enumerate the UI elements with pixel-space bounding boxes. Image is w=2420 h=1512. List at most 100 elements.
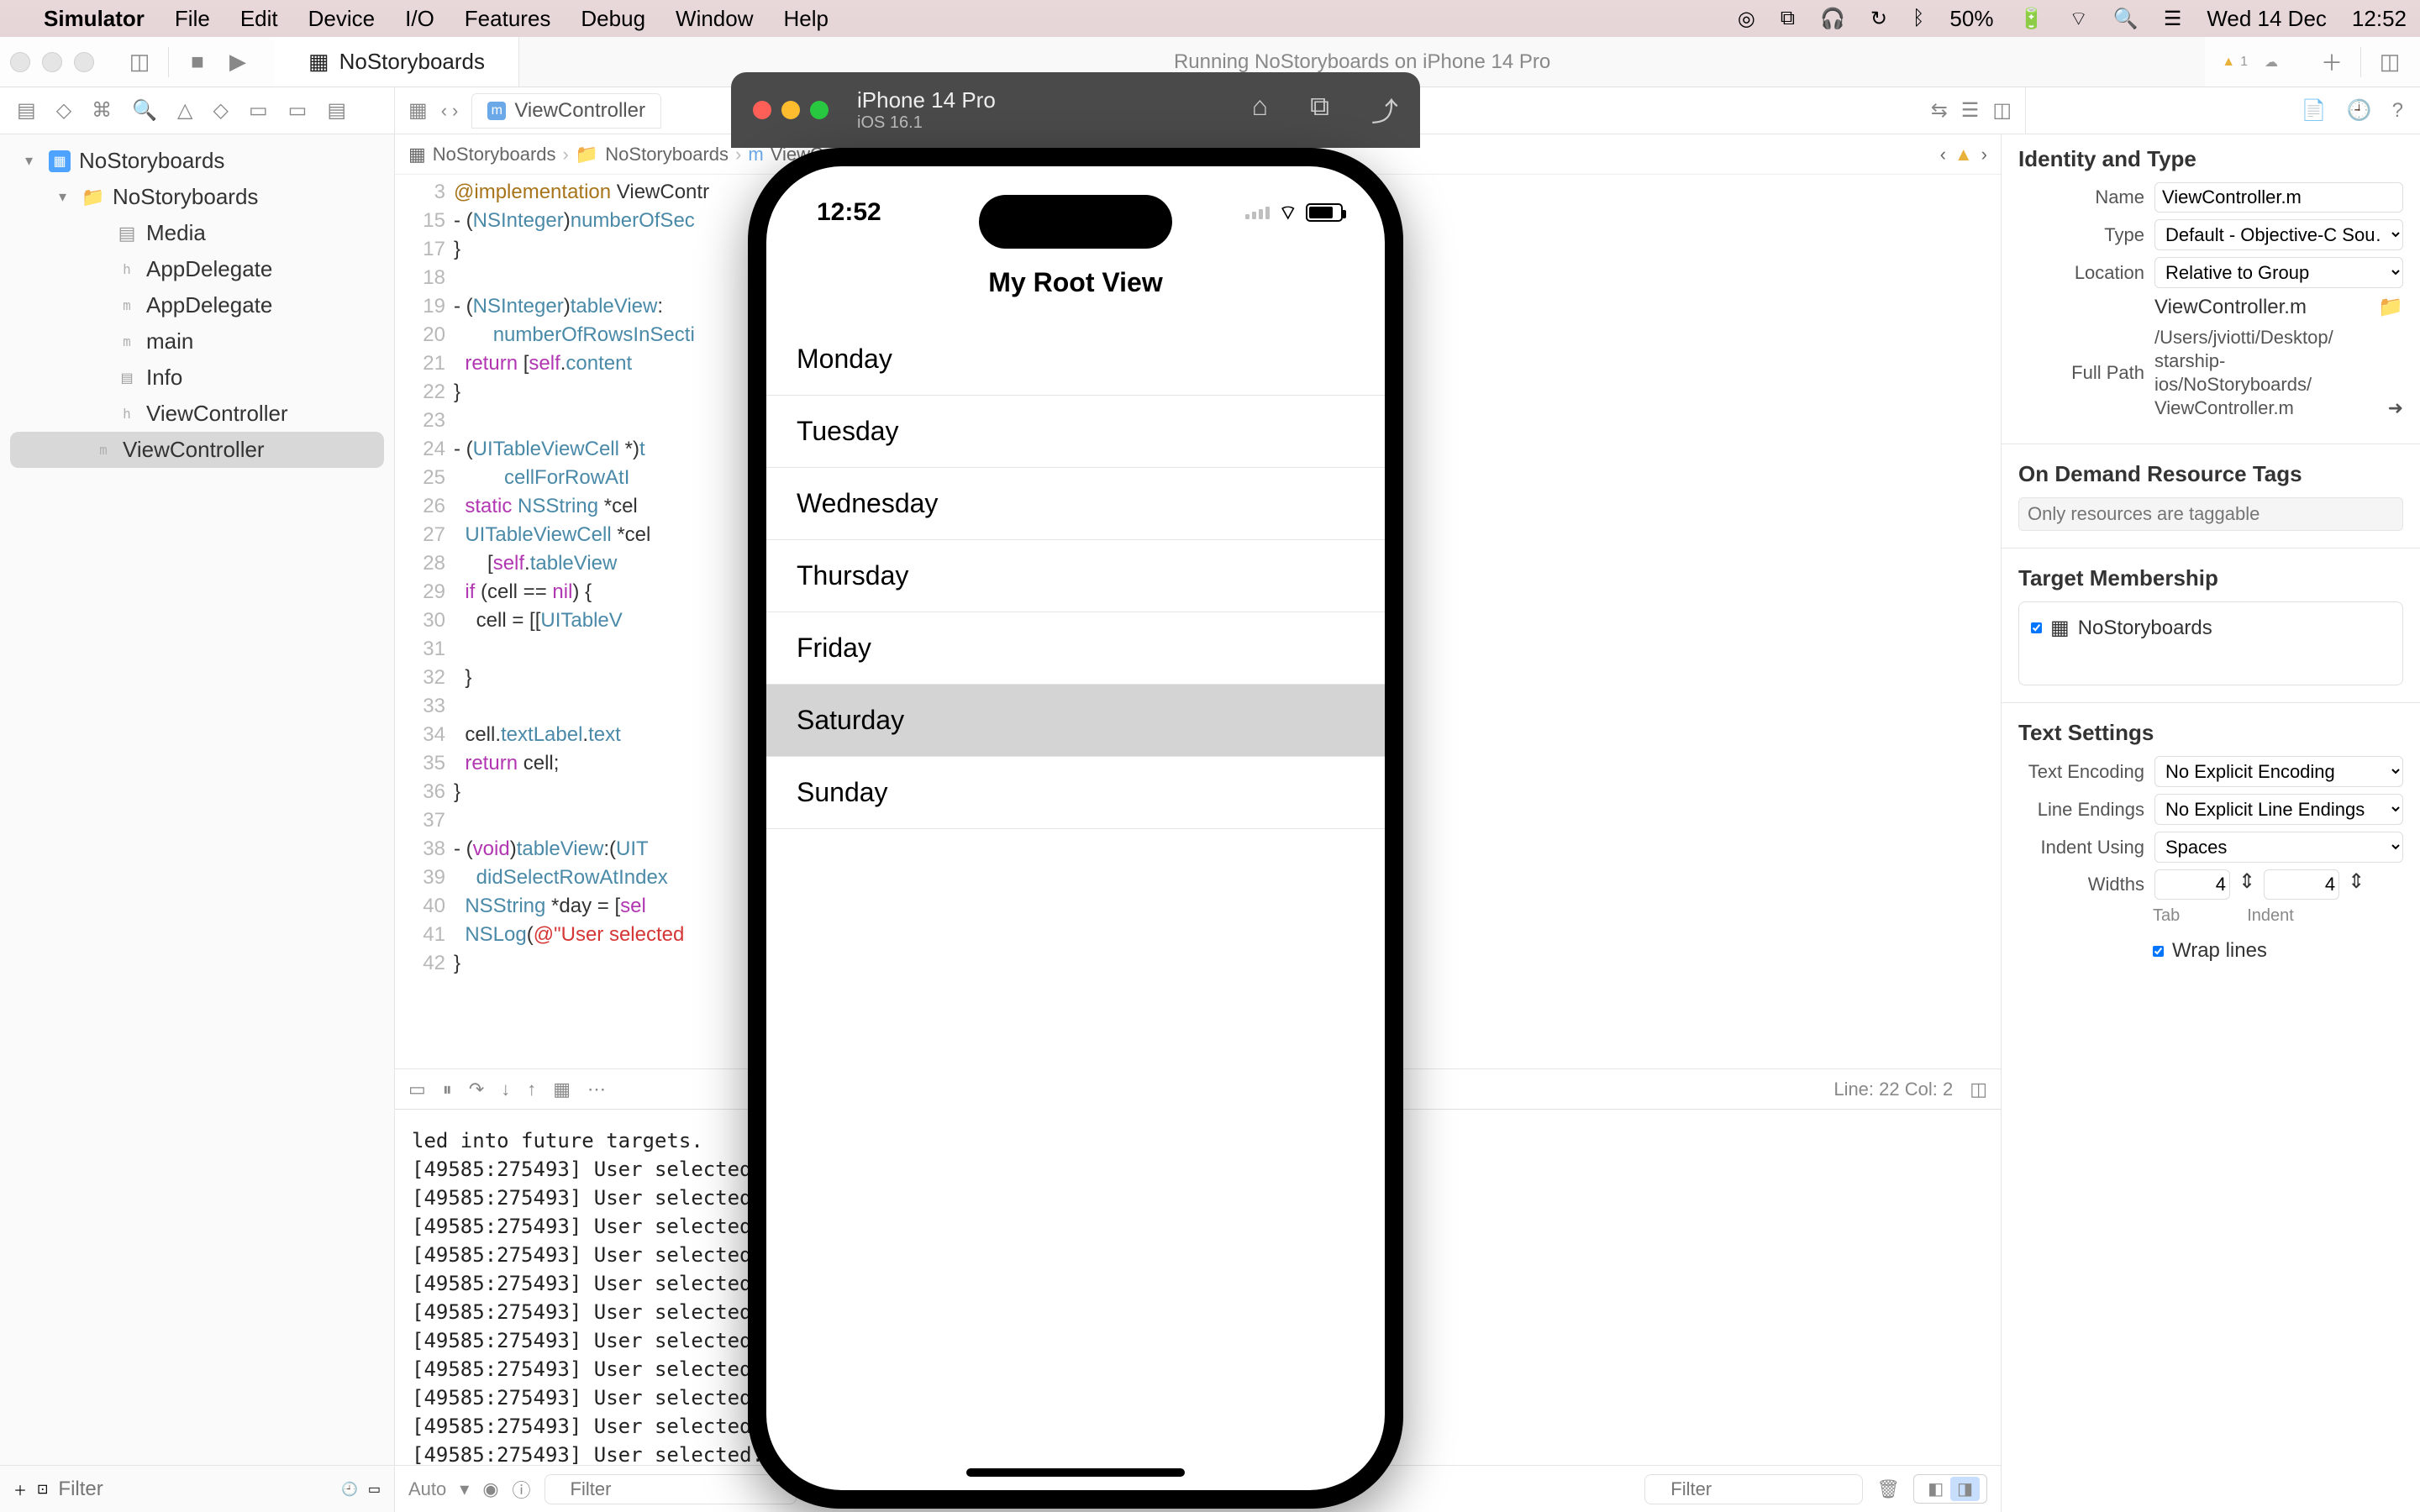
editor-file-tab[interactable]: m ViewController bbox=[471, 93, 661, 129]
nav-tests-icon[interactable]: ◇ bbox=[213, 98, 229, 123]
control-center-icon[interactable]: ☰ bbox=[2164, 7, 2182, 31]
tree-item-viewcontroller-h[interactable]: h ViewController bbox=[0, 396, 394, 432]
debug-viewhierarchy-icon[interactable]: ▦ bbox=[553, 1079, 571, 1100]
minimap-toggle-icon[interactable]: ◫ bbox=[1970, 1079, 1987, 1100]
jump-next-icon[interactable]: › bbox=[1981, 144, 1987, 165]
tree-item-info[interactable]: ▤ Info bbox=[0, 360, 394, 396]
bluetooth-icon[interactable]: ᛒ bbox=[1912, 7, 1924, 30]
tree-item-media[interactable]: ▤ Media bbox=[0, 215, 394, 251]
console-pane-toggle[interactable]: ◧◨ bbox=[1913, 1474, 1987, 1504]
refresh-icon[interactable]: ⇆ bbox=[1931, 98, 1948, 123]
home-indicator[interactable] bbox=[966, 1468, 1185, 1477]
indent-width-field[interactable] bbox=[2264, 869, 2339, 900]
stop-button[interactable]: ■ bbox=[181, 45, 214, 79]
debug-pause-icon[interactable]: ⏸ bbox=[443, 1079, 452, 1100]
library-button[interactable]: ◫ bbox=[2373, 45, 2407, 79]
choose-location-icon[interactable]: 📁 bbox=[2378, 295, 2403, 319]
simulator-screenshot-button[interactable]: ⧉ bbox=[1310, 91, 1329, 129]
tab-width-field[interactable] bbox=[2154, 869, 2230, 900]
breadcrumb-item[interactable]: NoStoryboards bbox=[605, 144, 729, 165]
table-row[interactable]: Saturday bbox=[766, 685, 1385, 757]
table-row[interactable]: Tuesday bbox=[766, 396, 1385, 468]
encoding-select[interactable]: No Explicit Encoding bbox=[2154, 756, 2403, 787]
table-view[interactable]: MondayTuesdayWednesdayThursdayFridaySatu… bbox=[766, 323, 1385, 829]
console-eye-icon[interactable]: ◉ bbox=[482, 1478, 498, 1500]
console-auto-selector[interactable]: Auto bbox=[408, 1478, 446, 1500]
jump-warn-icon[interactable]: ▲ bbox=[1954, 144, 1973, 165]
console-output-filter[interactable] bbox=[1644, 1474, 1863, 1504]
menu-edit[interactable]: Edit bbox=[240, 6, 278, 32]
go-forward-button[interactable]: › bbox=[452, 100, 458, 122]
line-endings-select[interactable]: No Explicit Line Endings bbox=[2154, 794, 2403, 825]
tree-item-main[interactable]: m main bbox=[0, 323, 394, 360]
breadcrumb-item[interactable]: NoStoryboards bbox=[433, 144, 556, 165]
menubar-time[interactable]: 12:52 bbox=[2352, 6, 2407, 32]
location-select[interactable]: Relative to Group bbox=[2154, 257, 2403, 288]
table-row[interactable]: Sunday bbox=[766, 757, 1385, 829]
name-field[interactable] bbox=[2154, 182, 2403, 213]
breakpoint-toggle-icon[interactable]: ▭ bbox=[408, 1079, 426, 1100]
simulator-traffic-lights[interactable] bbox=[753, 101, 829, 119]
debug-stepin-icon[interactable]: ↓ bbox=[501, 1079, 510, 1100]
debug-more-icon[interactable]: ⋯ bbox=[587, 1079, 606, 1100]
sync-icon[interactable]: ↻ bbox=[1870, 7, 1887, 31]
spotlight-icon[interactable]: 🔍 bbox=[2113, 7, 2139, 31]
toggle-sidebar-button[interactable]: ◫ bbox=[123, 45, 156, 79]
table-row[interactable]: Thursday bbox=[766, 540, 1385, 612]
tree-item-appdelegate-h[interactable]: h AppDelegate bbox=[0, 251, 394, 287]
console-info-icon[interactable]: ⓘ bbox=[513, 1476, 531, 1503]
nav-debug-icon[interactable]: ▭ bbox=[249, 98, 268, 123]
run-button[interactable]: ▶ bbox=[221, 45, 255, 79]
menu-help[interactable]: Help bbox=[784, 6, 829, 32]
recent-filter-button[interactable]: 🕘 bbox=[341, 1481, 358, 1498]
window-traffic-lights[interactable] bbox=[10, 52, 94, 72]
debug-stepout-icon[interactable]: ↑ bbox=[527, 1079, 536, 1100]
console-trash-icon[interactable]: 🗑 bbox=[1876, 1478, 1900, 1500]
nav-issues-icon[interactable]: △ bbox=[177, 98, 192, 123]
simulator-rotate-button[interactable]: ⤴ bbox=[1371, 91, 1398, 129]
menu-device[interactable]: Device bbox=[308, 6, 375, 32]
nav-symbols-icon[interactable]: ⌘ bbox=[92, 98, 112, 123]
inspector-help-icon[interactable]: ? bbox=[2392, 99, 2403, 123]
scheme-selector[interactable]: ▦ NoStoryboards bbox=[275, 37, 519, 87]
reveal-in-finder-icon[interactable]: ➜ bbox=[2388, 396, 2403, 420]
editor-layout-icon[interactable]: ☰ bbox=[1961, 98, 1980, 123]
simulator-home-button[interactable]: ⌂ bbox=[1252, 91, 1268, 129]
nav-breakpoints-icon[interactable]: ▭ bbox=[288, 98, 308, 123]
inspector-file-icon[interactable]: 📄 bbox=[2302, 98, 2327, 123]
menubar-extra-icon[interactable]: ◎ bbox=[1738, 7, 1755, 31]
wifi-icon[interactable]: ⌔ bbox=[2069, 6, 2088, 31]
add-file-button[interactable]: ＋ bbox=[13, 1479, 27, 1499]
menu-window[interactable]: Window bbox=[676, 6, 753, 32]
issues-indicator[interactable]: ▲ 1 ☁ bbox=[2205, 37, 2295, 87]
inspector-history-icon[interactable]: 🕘 bbox=[2347, 98, 2372, 123]
menubar-app-name[interactable]: Simulator bbox=[44, 6, 145, 32]
scm-filter-button[interactable]: ▭ bbox=[368, 1481, 381, 1498]
jump-prev-icon[interactable]: ‹ bbox=[1940, 144, 1946, 165]
simulator-titlebar[interactable]: iPhone 14 Pro iOS 16.1 ⌂ ⧉ ⤴ bbox=[731, 72, 1420, 148]
dropbox-icon[interactable]: ⧉ bbox=[1781, 7, 1795, 30]
battery-icon[interactable]: 🔋 bbox=[2018, 7, 2044, 31]
headphones-icon[interactable]: 🎧 bbox=[1820, 7, 1845, 31]
tree-group[interactable]: ▾📁 NoStoryboards bbox=[0, 179, 394, 215]
type-select[interactable]: Default - Objective-C Sou… bbox=[2154, 219, 2403, 250]
table-row[interactable]: Monday bbox=[766, 323, 1385, 396]
indent-using-select[interactable]: Spaces bbox=[2154, 832, 2403, 863]
menu-file[interactable]: File bbox=[175, 6, 210, 32]
debug-stepover-icon[interactable]: ↷ bbox=[469, 1079, 484, 1100]
tree-item-appdelegate-m[interactable]: m AppDelegate bbox=[0, 287, 394, 323]
nav-files-icon[interactable]: ▤ bbox=[17, 98, 36, 123]
menu-debug[interactable]: Debug bbox=[581, 6, 645, 32]
nav-source-control-icon[interactable]: ◇ bbox=[56, 98, 71, 123]
tree-item-viewcontroller-m[interactable]: m ViewController bbox=[10, 432, 384, 468]
menu-features[interactable]: Features bbox=[465, 6, 551, 32]
navigator-filter-input[interactable] bbox=[58, 1478, 331, 1501]
editor-split-icon[interactable]: ◫ bbox=[1992, 98, 2012, 123]
wrap-lines-checkbox[interactable] bbox=[2153, 946, 2164, 957]
nav-reports-icon[interactable]: ▤ bbox=[327, 98, 346, 123]
target-checkbox[interactable] bbox=[2031, 622, 2042, 633]
table-row[interactable]: Wednesday bbox=[766, 468, 1385, 540]
add-tab-button[interactable]: ＋ bbox=[2315, 45, 2349, 79]
iphone-screen[interactable]: 12:52 ⌔ My Root View MondayTuesdayWednes… bbox=[766, 166, 1385, 1490]
nav-find-icon[interactable]: 🔍 bbox=[132, 98, 157, 123]
